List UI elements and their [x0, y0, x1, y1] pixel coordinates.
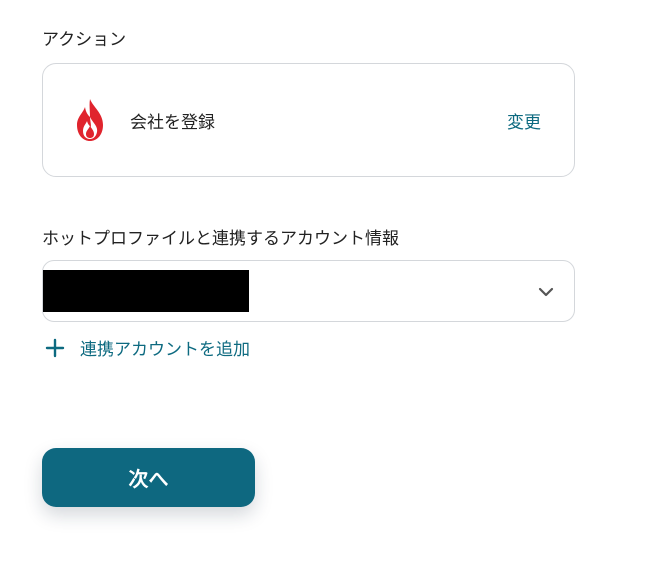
action-section-label: アクション — [42, 30, 127, 50]
account-select[interactable] — [42, 260, 575, 322]
action-name: 会社を登録 — [130, 113, 215, 133]
chevron-down-icon — [538, 287, 554, 297]
change-action-link[interactable]: 変更 — [507, 108, 541, 133]
account-section-label: ホットプロファイルと連携するアカウント情報 — [42, 229, 399, 249]
plus-icon — [45, 338, 65, 357]
add-linked-account-label: 連携アカウントを追加 — [80, 340, 250, 360]
add-linked-account-link[interactable]: 連携アカウントを追加 — [44, 335, 250, 360]
hotprofile-flame-icon — [77, 99, 103, 141]
redacted-account-value — [43, 270, 249, 312]
next-button[interactable]: 次へ — [42, 448, 255, 507]
action-card: 会社を登録 変更 — [42, 63, 575, 177]
